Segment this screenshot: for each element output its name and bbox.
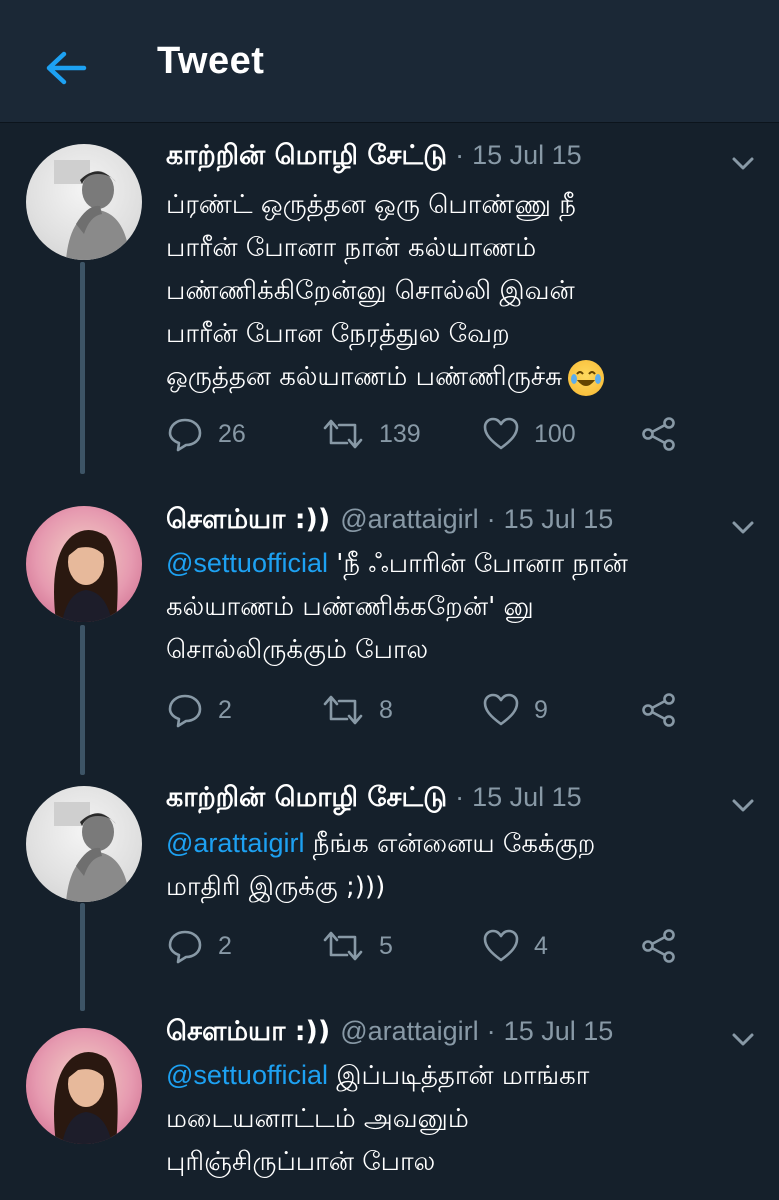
tweet-text-line: பாரீன் போனா நான் கல்யாணம் [166, 233, 537, 263]
reply-count: 2 [218, 695, 232, 724]
tweet-text-line: @settuofficial இப்படித்தான் மாங்கா [166, 1054, 766, 1098]
mention-link[interactable]: @settuofficial [166, 548, 328, 578]
chevron-down-icon [732, 157, 754, 170]
like-count: 100 [534, 419, 576, 448]
separator: · [486, 504, 496, 534]
tweet-text-line: புரிஞ்சிருப்பான் போல [166, 1147, 436, 1177]
tweet-text-line: மாதிரி இருக்கு ;))) [166, 872, 386, 902]
tweet-actions: 2 5 4 [166, 928, 686, 968]
like-count: 4 [534, 931, 548, 960]
like-icon [483, 417, 519, 450]
tweet-actions: 26 139 100 [166, 416, 686, 456]
tweet-header: காற்றின் மொழி சேட்டு · 15 Jul 15 [166, 140, 582, 176]
timestamp[interactable]: 15 Jul 15 [472, 140, 582, 171]
tweet-header: சௌம்யா :)) @arattaigirl · 15 Jul 15 [166, 1016, 613, 1052]
like-icon [483, 929, 519, 962]
tweet-text-line: சொல்லிருக்கும் போல [166, 635, 429, 665]
page-title: Tweet [157, 40, 265, 82]
reply-button[interactable]: 2 [166, 692, 232, 728]
tweet-text: @settuofficial இப்படித்தான் மாங்கா மடையன… [166, 1054, 766, 1184]
like-button[interactable]: 100 [482, 416, 576, 452]
retweet-icon [323, 419, 363, 449]
tweet-text-line: @settuofficial 'நீ ஃபாரின் போனா நான் [166, 542, 766, 586]
chevron-down-icon [732, 799, 754, 812]
like-count: 9 [534, 695, 548, 724]
reply-count: 2 [218, 931, 232, 960]
reply-icon [168, 930, 202, 964]
tweet-text-segment: 'நீ ஃபாரின் போனா நான் [336, 549, 628, 579]
like-button[interactable]: 9 [482, 692, 548, 728]
tweet-menu-button[interactable] [728, 516, 758, 540]
retweet-icon [323, 695, 363, 725]
face-with-tears-of-joy-icon [568, 359, 605, 396]
tweet-actions: 2 8 9 [166, 692, 686, 732]
retweet-count: 5 [379, 931, 393, 960]
share-button[interactable] [640, 928, 678, 964]
tweet-text-line: ப்ரண்ட் ஒருத்தன ஒரு பொண்ணு நீ [166, 190, 576, 220]
tweet-menu-button[interactable] [728, 794, 758, 818]
mention-link[interactable]: @settuofficial [166, 1060, 328, 1090]
tweet-4[interactable]: சௌம்யா :)) @arattaigirl · 15 Jul 15 @set… [0, 1008, 779, 1200]
reply-count: 26 [218, 419, 246, 448]
retweet-count: 139 [379, 419, 421, 448]
share-icon [642, 417, 675, 451]
username[interactable]: @arattaigirl [340, 1016, 478, 1047]
reply-icon [168, 694, 202, 728]
tweet-menu-button[interactable] [728, 152, 758, 176]
separator: · [455, 140, 465, 170]
tweet-3[interactable]: காற்றின் மொழி சேட்டு · 15 Jul 15 @aratta… [0, 772, 779, 1008]
timestamp[interactable]: 15 Jul 15 [504, 504, 614, 535]
display-name[interactable]: சௌம்யா :)) [166, 504, 330, 539]
tweet-1[interactable]: காற்றின் மொழி சேட்டு · 15 Jul 15 ப்ரண்ட்… [0, 122, 779, 490]
reply-button[interactable]: 26 [166, 416, 246, 452]
back-button[interactable] [40, 42, 92, 94]
reply-button[interactable]: 2 [166, 928, 232, 964]
tweet-text-segment: நீங்க என்னைய கேக்குற [312, 829, 596, 859]
share-icon [642, 929, 675, 963]
avatar[interactable] [26, 786, 142, 902]
tweet-text-line: பண்ணிக்கிறேன்னு சொல்லி இவன் [166, 276, 575, 306]
tweet-header: சௌம்யா :)) @arattaigirl · 15 Jul 15 [166, 504, 613, 540]
tweet-text-line: @arattaigirl நீங்க என்னைய கேக்குற [166, 822, 766, 866]
tweet-text: ப்ரண்ட் ஒருத்தன ஒரு பொண்ணு நீ பாரீன் போன… [166, 184, 766, 399]
retweet-button[interactable]: 139 [321, 416, 421, 452]
display-name[interactable]: சௌம்யா :)) [166, 1016, 330, 1051]
tweet-2[interactable]: சௌம்யா :)) @arattaigirl · 15 Jul 15 @set… [0, 490, 779, 772]
tweet-text-segment: ஒருத்தன கல்யாணம் பண்ணிருச்சு [166, 362, 563, 392]
retweet-button[interactable]: 8 [321, 692, 393, 728]
tweet-text: @settuofficial 'நீ ஃபாரின் போனா நான் கல்… [166, 542, 766, 672]
chevron-down-icon [732, 521, 754, 534]
avatar[interactable] [26, 144, 142, 260]
tweet-text: @arattaigirl நீங்க என்னைய கேக்குற மாதிரி… [166, 822, 766, 909]
like-icon [483, 693, 519, 726]
top-bar: Tweet [0, 0, 779, 123]
avatar[interactable] [26, 1028, 142, 1144]
display-name[interactable]: காற்றின் மொழி சேட்டு [166, 140, 447, 175]
separator: · [486, 1016, 496, 1046]
tweet-header: காற்றின் மொழி சேட்டு · 15 Jul 15 [166, 782, 582, 818]
separator: · [455, 782, 465, 812]
retweet-count: 8 [379, 695, 393, 724]
retweet-icon [323, 931, 363, 961]
display-name[interactable]: காற்றின் மொழி சேட்டு [166, 782, 447, 817]
share-icon [642, 693, 675, 727]
tweet-text-line: பாரீன் போன நேரத்துல வேற [166, 319, 510, 349]
avatar[interactable] [26, 506, 142, 622]
timestamp[interactable]: 15 Jul 15 [504, 1016, 614, 1047]
tweet-menu-button[interactable] [728, 1028, 758, 1052]
reply-icon [168, 418, 202, 452]
retweet-button[interactable]: 5 [321, 928, 393, 964]
tweet-text-line: மடையனாட்டம் அவனும் [166, 1104, 469, 1134]
share-button[interactable] [640, 692, 678, 728]
tweet-text-segment: இப்படித்தான் மாங்கா [336, 1061, 590, 1091]
mention-link[interactable]: @arattaigirl [166, 828, 304, 858]
share-button[interactable] [640, 416, 678, 452]
chevron-down-icon [732, 1033, 754, 1046]
tweet-text-line: ஒருத்தன கல்யாணம் பண்ணிருச்சு [166, 356, 766, 399]
timestamp[interactable]: 15 Jul 15 [472, 782, 582, 813]
back-arrow-icon [46, 51, 87, 85]
username[interactable]: @arattaigirl [340, 504, 478, 535]
like-button[interactable]: 4 [482, 928, 548, 964]
tweet-text-line: கல்யாணம் பண்ணிக்கறேன்' னு [166, 592, 534, 622]
